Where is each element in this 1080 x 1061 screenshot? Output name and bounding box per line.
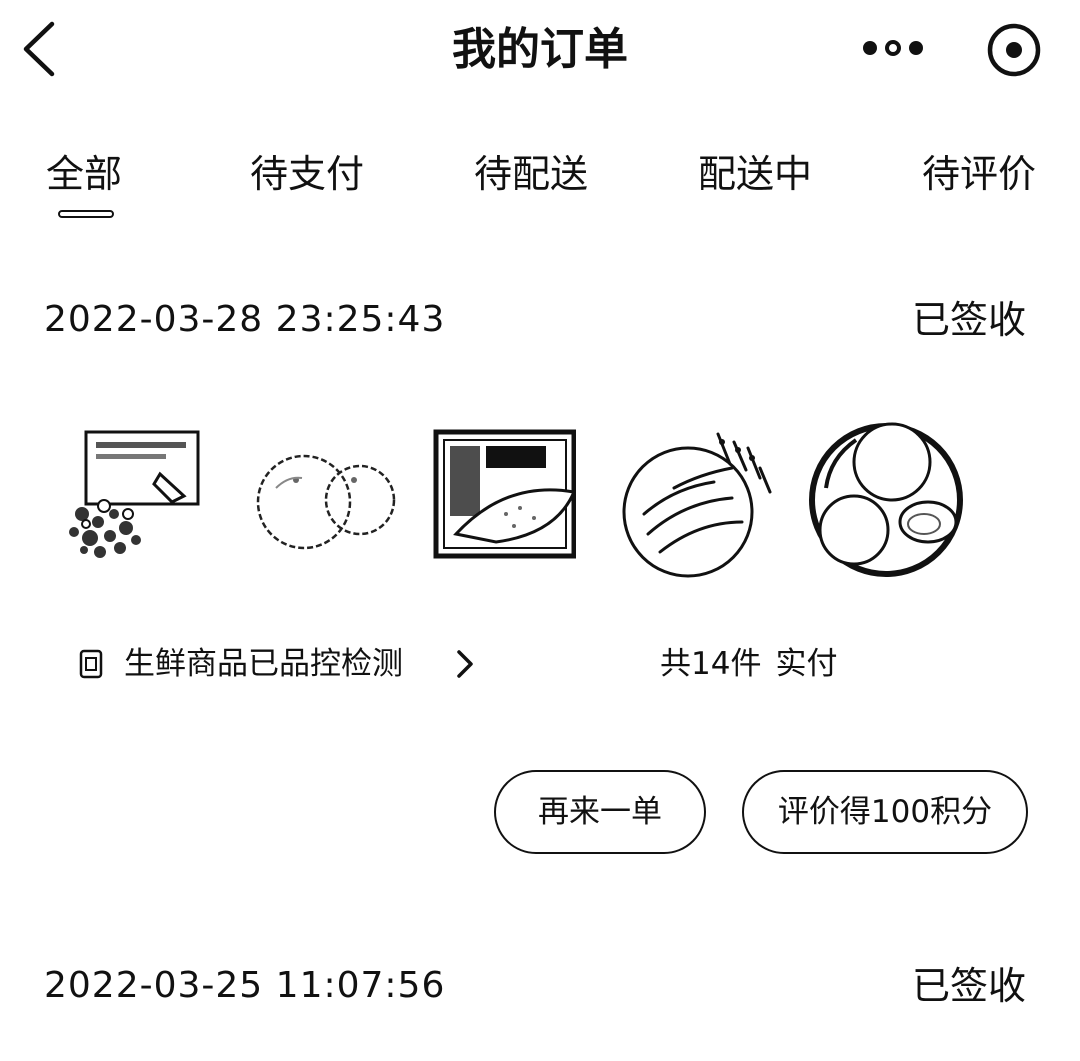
more-button[interactable] xyxy=(860,30,926,66)
product-thumbnail-packaged-fish[interactable] xyxy=(416,418,577,578)
order-status: 已签收 xyxy=(911,298,1026,342)
chevron-left-icon xyxy=(23,21,55,77)
review-for-points-button[interactable]: 评价得100积分 xyxy=(742,770,1028,854)
product-thumbnail-vegetable-plate[interactable] xyxy=(614,418,774,578)
tab-delivering[interactable]: 配送中 xyxy=(698,144,812,204)
tab-pending-review[interactable]: 待评价 xyxy=(922,144,1036,204)
order-tabs: 全部 待支付 待配送 配送中 待评价 xyxy=(0,130,1080,230)
order-status: 已签收 xyxy=(911,964,1026,1008)
order-summary: 共14件 实付 xyxy=(660,636,851,692)
mini-program-close-button[interactable] xyxy=(984,20,1044,80)
navigation-bar: 我的订单 xyxy=(0,0,1080,100)
item-count: 共14件 xyxy=(660,646,762,682)
paid-label: 实付 xyxy=(775,646,838,682)
tab-all[interactable]: 全部 xyxy=(46,144,122,204)
reorder-button[interactable]: 再来一单 xyxy=(494,770,706,854)
tab-pending-payment[interactable]: 待支付 xyxy=(250,144,364,204)
order-time: 2022-03-25 11:07:56 xyxy=(44,965,446,1006)
product-thumbnail-chopped-vegetables[interactable] xyxy=(56,418,216,578)
chevron-right-icon xyxy=(457,650,473,678)
back-button[interactable] xyxy=(14,20,64,78)
more-dots-icon xyxy=(863,40,923,56)
order-time: 2022-03-28 23:25:43 xyxy=(44,299,446,340)
page-title: 我的订单 xyxy=(452,24,628,75)
inspection-report-icon xyxy=(79,649,103,679)
quality-check-link[interactable]: 生鲜商品已品控检测 xyxy=(124,636,403,692)
tab-pending-delivery[interactable]: 待配送 xyxy=(474,144,588,204)
target-icon xyxy=(987,23,1041,77)
order-card-header[interactable]: 2022-03-25 11:07:56 已签收 xyxy=(44,956,1034,1016)
product-thumbnail-oranges[interactable] xyxy=(236,418,396,578)
order-info-row: 生鲜商品已品控检测 共14件 实付 xyxy=(78,636,1028,692)
product-thumbnail-fruit-plate[interactable] xyxy=(806,418,966,578)
order-card-header[interactable]: 2022-03-28 23:25:43 已签收 xyxy=(44,290,1034,350)
active-tab-indicator xyxy=(58,210,114,218)
